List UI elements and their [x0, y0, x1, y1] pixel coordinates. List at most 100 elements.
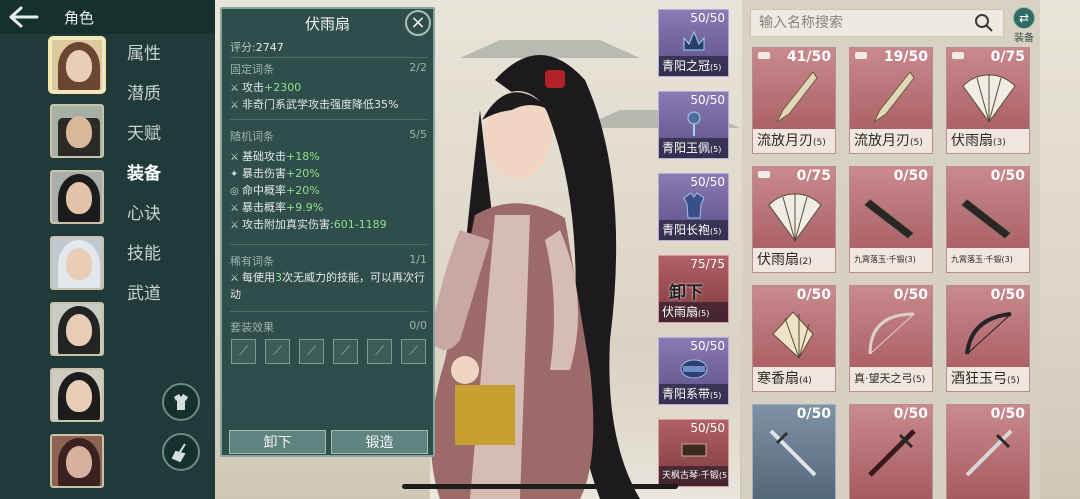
equipped-slot-robe[interactable]: 50/50 青阳长袍(5)	[658, 173, 729, 241]
item-count: 50/50	[690, 93, 725, 107]
item-title: 伏雨扇	[304, 15, 350, 33]
tab-potential[interactable]: 潜质	[127, 80, 177, 120]
side-tabs: 属性 潜质 天赋 装备 心诀 技能 武道	[127, 40, 177, 320]
blade-icon	[775, 71, 818, 124]
equipped-slot-pendant[interactable]: 50/50 青阳玉佩(5)	[658, 91, 729, 159]
item-name: 九霄落玉·千锻(3)	[850, 248, 932, 272]
set-effect-title: 套装效果	[230, 321, 274, 334]
equipped-slot-belt[interactable]: 50/50 青阳系带(5)	[658, 337, 729, 405]
search-icon[interactable]	[971, 10, 997, 36]
sword-icon: ⚔	[230, 100, 239, 111]
page-title: 角色	[64, 8, 95, 27]
equipped-slot-weapon[interactable]: 75/75 卸下 伏雨扇(5)	[658, 255, 729, 323]
item-name: 流放月刃(5)	[850, 129, 932, 153]
top-bar: 角色	[0, 0, 215, 34]
close-icon: ×	[410, 12, 426, 33]
equipped-slot-accessory[interactable]: 50/50 天枫古琴·千锻(5)	[658, 419, 729, 487]
score-label: 评分:	[230, 41, 256, 54]
tab-martial-way[interactable]: 武道	[127, 280, 177, 320]
set-slot: ⟋	[231, 339, 256, 364]
tab-skills[interactable]: 技能	[127, 240, 177, 280]
character-portrait[interactable]	[50, 434, 104, 488]
rare-attr-header: 稀有词条 1/1	[230, 253, 427, 269]
inventory-item[interactable]: 0/75 伏雨扇(2)	[752, 166, 836, 273]
item-name: 青阳之冠(5)	[659, 56, 728, 76]
crown-icon	[683, 30, 705, 51]
inventory-item[interactable]: 0/50 寒香扇(4)	[752, 285, 836, 392]
inventory-item[interactable]: 0/50 九霄落玉·千锻(3)	[849, 166, 933, 273]
search-input[interactable]	[751, 10, 971, 36]
set-effect-count: 0/0	[409, 319, 427, 332]
item-count: 0/50	[796, 287, 831, 303]
set-slot: ⟋	[333, 339, 358, 364]
item-count: 0/75	[796, 168, 831, 184]
inventory-item[interactable]: 19/50 流放月刃(5)	[849, 47, 933, 154]
random-attr-line: ⚔ 基础攻击+18%	[230, 150, 320, 163]
sword-icon: ⚔	[230, 220, 239, 231]
divider	[230, 119, 427, 120]
item-detail-popup: 伏雨扇 × 评分:2747 固定词条 2/2 ⚔ 攻击+2300 ⚔ 非奇门系武学攻击…	[220, 7, 435, 457]
zither-icon	[681, 443, 707, 457]
unequip-button[interactable]: 卸下	[229, 430, 326, 454]
item-name: 真·望天之弓(5)	[850, 367, 932, 391]
forge-button[interactable]: 锻造	[331, 430, 428, 454]
inventory-item[interactable]: 0/50 九霄落玉·千锻(3)	[946, 166, 1030, 273]
inventory-item[interactable]: 0/75 伏雨扇(3)	[946, 47, 1030, 154]
character-portrait[interactable]	[50, 170, 104, 224]
close-button[interactable]: ×	[405, 10, 431, 36]
character-portrait[interactable]	[50, 302, 104, 356]
random-attr-line: ⚔ 暴击概率+9.9%	[230, 201, 324, 214]
inventory-item[interactable]: 0/50 真·望天之弓(5)	[849, 285, 933, 392]
item-name: 酒狂玉弓(5)	[947, 367, 1029, 391]
random-attr-count: 5/5	[409, 128, 427, 141]
tab-talent[interactable]: 天赋	[127, 120, 177, 160]
sword-icon	[868, 429, 916, 477]
item-name: 伏雨扇(3)	[947, 129, 1029, 153]
item-count: 50/50	[690, 11, 725, 25]
bow-icon	[868, 312, 915, 355]
item-name: 伏雨扇(2)	[753, 248, 835, 272]
set-slot: ⟋	[401, 339, 426, 364]
character-portrait[interactable]	[50, 236, 104, 290]
rare-attr-title: 稀有词条	[230, 255, 274, 268]
zither-icon	[960, 198, 1012, 240]
equipped-slot-head[interactable]: 50/50 青阳之冠(5)	[658, 9, 729, 77]
target-icon: ◎	[230, 186, 239, 197]
item-count: 75/75	[690, 257, 725, 271]
tab-mind-art[interactable]: 心诀	[127, 200, 177, 240]
inventory-item[interactable]: 0/50	[849, 404, 933, 499]
inventory-item[interactable]: 0/50 酒狂玉弓(5)	[946, 285, 1030, 392]
fan-icon	[962, 74, 1016, 123]
new-tag	[855, 52, 867, 59]
character-portrait[interactable]	[50, 38, 104, 92]
back-arrow-icon	[9, 6, 39, 28]
back-button[interactable]	[0, 0, 48, 34]
clean-button[interactable]	[162, 433, 200, 471]
tab-attributes[interactable]: 属性	[127, 40, 177, 80]
item-name: 青阳玉佩(5)	[659, 138, 728, 158]
filter-label: 装备	[1014, 33, 1034, 44]
random-attr-line: ⚔ 攻击附加真实伤害:601-1189	[230, 218, 387, 231]
sword-icon: ⚔	[230, 83, 239, 94]
inventory-item[interactable]: 0/50	[752, 404, 836, 499]
fixed-attr-count: 2/2	[409, 61, 427, 74]
inventory-item[interactable]: 0/50	[946, 404, 1030, 499]
divider	[230, 244, 427, 245]
search-box	[750, 9, 1004, 37]
new-tag	[952, 52, 964, 59]
random-attr-header: 随机词条 5/5	[230, 128, 427, 144]
home-indicator[interactable]	[402, 484, 678, 489]
tab-equipment[interactable]: 装备	[127, 160, 177, 200]
character-portrait[interactable]	[50, 368, 104, 422]
item-count: 50/50	[690, 339, 725, 353]
item-count: 0/75	[990, 49, 1025, 65]
set-slot: ⟋	[299, 339, 324, 364]
equipment-filter-button[interactable]: ⇄ 装备	[1008, 7, 1040, 44]
character-figure	[430, 55, 640, 499]
inventory-item[interactable]: 41/50 流放月刃(5)	[752, 47, 836, 154]
character-portrait[interactable]	[50, 104, 104, 158]
random-attr-line: ✦ 暴击伤害+20%	[230, 167, 320, 180]
sword-icon	[769, 429, 817, 477]
outfit-button[interactable]	[162, 383, 200, 421]
item-count: 19/50	[883, 49, 928, 65]
